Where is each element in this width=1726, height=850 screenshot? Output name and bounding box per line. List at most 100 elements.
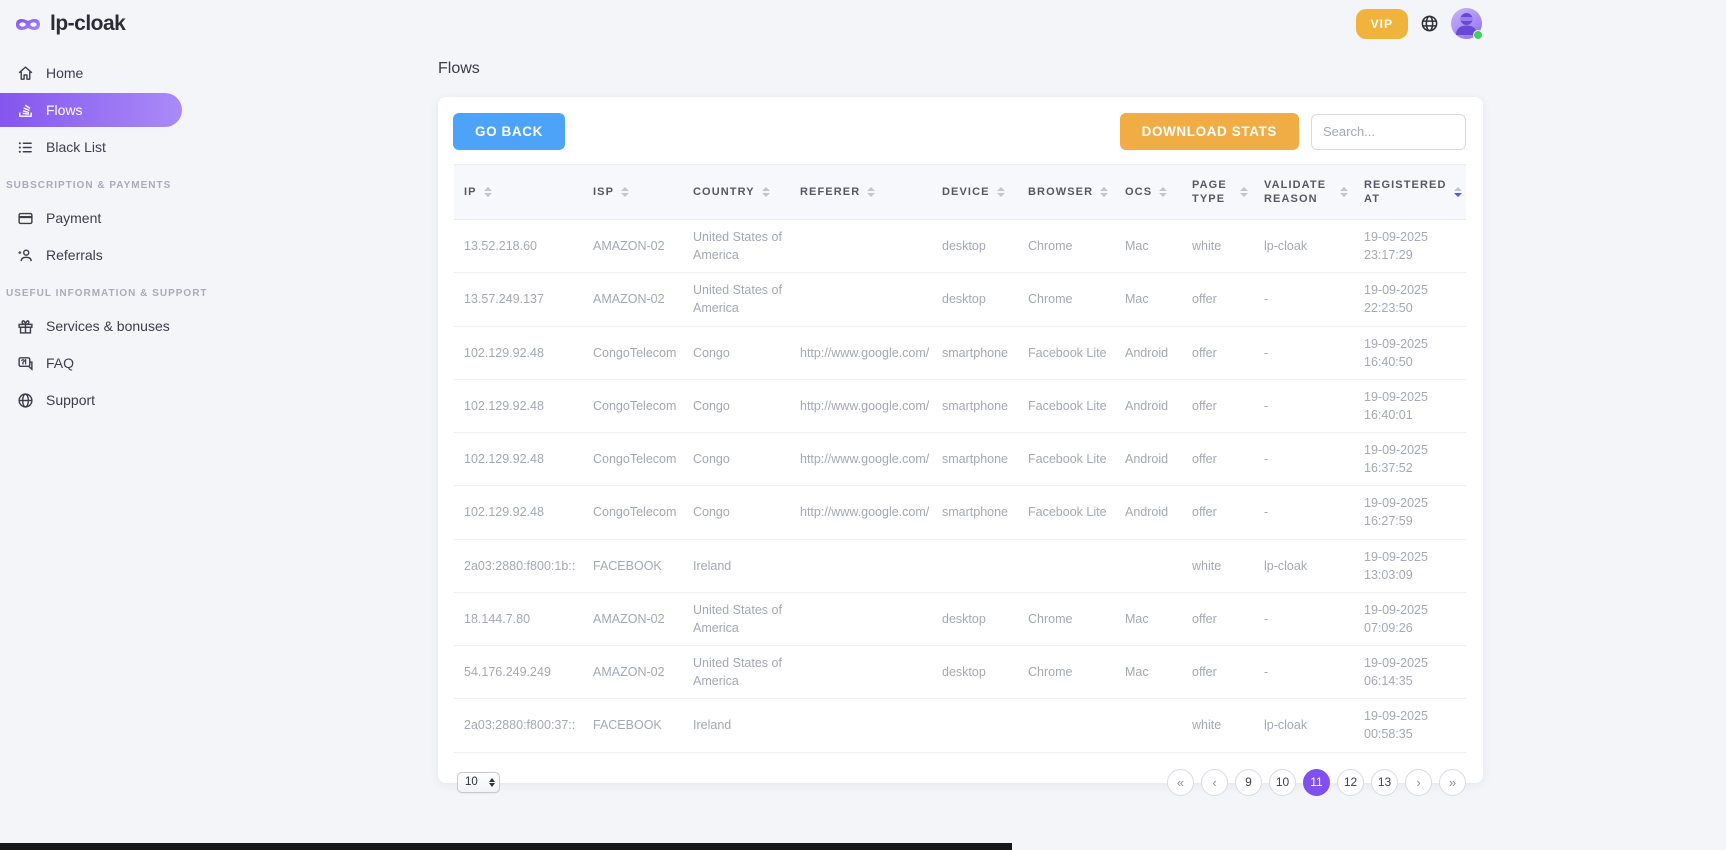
- brand-logo[interactable]: lp-cloak: [0, 0, 182, 56]
- cell-device: smartphone: [932, 326, 1018, 379]
- cell-browser: Chrome: [1018, 646, 1115, 699]
- home-icon: [17, 65, 34, 82]
- sidebar-item-payment[interactable]: Payment: [0, 201, 182, 235]
- support-icon: [17, 392, 34, 409]
- sidebar-item-home[interactable]: Home: [0, 56, 182, 90]
- cell-device: desktop: [932, 220, 1018, 273]
- cell-isp: FACEBOOK: [583, 539, 683, 592]
- sort-icon-active: [1454, 187, 1462, 197]
- download-stats-button[interactable]: DOWNLOAD STATS: [1120, 113, 1299, 150]
- column-header-ocs[interactable]: OCS: [1115, 165, 1182, 220]
- last-page-button[interactable]: »: [1439, 769, 1466, 796]
- page-button-12[interactable]: 12: [1337, 769, 1364, 796]
- user-avatar[interactable]: [1451, 8, 1482, 39]
- cell-country: Congo: [683, 433, 790, 486]
- column-header-referer[interactable]: REFERER: [790, 165, 932, 220]
- sidebar-item-referrals[interactable]: Referrals: [0, 238, 182, 272]
- cell-registered-at: 19-09-2025 16:40:50: [1354, 326, 1466, 379]
- sidebar-item-label: Payment: [46, 210, 101, 226]
- table-row: 54.176.249.249AMAZON-02United States of …: [454, 646, 1466, 699]
- card-toolbar: GO BACK DOWNLOAD STATS: [438, 97, 1483, 164]
- cell-country: Congo: [683, 379, 790, 432]
- cell-page-type: offer: [1182, 592, 1254, 645]
- sidebar-item-label: Flows: [46, 102, 83, 118]
- cell-ip: 18.144.7.80: [454, 592, 583, 645]
- table-row: 2a03:2880:f800:37::FACEBOOKIrelandwhitel…: [454, 699, 1466, 752]
- sidebar-item-label: Services & bonuses: [46, 318, 170, 334]
- cell-registered-at: 19-09-2025 07:09:26: [1354, 592, 1466, 645]
- table-row: 13.57.249.137AMAZON-02United States of A…: [454, 273, 1466, 326]
- sidebar-item-support[interactable]: Support: [0, 383, 182, 417]
- sidebar-item-flows[interactable]: Flows: [0, 93, 182, 127]
- cell-country: United States of America: [683, 220, 790, 273]
- cell-ocs: Mac: [1115, 592, 1182, 645]
- topbar: VIP: [1356, 8, 1482, 39]
- cell-isp: AMAZON-02: [583, 646, 683, 699]
- gift-icon: [17, 318, 34, 335]
- cell-validate-reason: -: [1254, 433, 1354, 486]
- page-button-13[interactable]: 13: [1371, 769, 1398, 796]
- cell-country: Ireland: [683, 539, 790, 592]
- vip-button[interactable]: VIP: [1356, 9, 1408, 39]
- cell-device: desktop: [932, 646, 1018, 699]
- cell-page-type: offer: [1182, 646, 1254, 699]
- sidebar-section-subscription: SUBSCRIPTION & PAYMENTS: [0, 180, 182, 191]
- cell-validate-reason: -: [1254, 326, 1354, 379]
- cell-browser: [1018, 699, 1115, 752]
- cell-country: United States of America: [683, 592, 790, 645]
- first-page-button[interactable]: «: [1167, 769, 1194, 796]
- cell-browser: Chrome: [1018, 592, 1115, 645]
- cell-device: smartphone: [932, 379, 1018, 432]
- page-size-select[interactable]: 10: [457, 772, 500, 793]
- sort-icon: [997, 187, 1005, 197]
- cell-ip: 13.52.218.60: [454, 220, 583, 273]
- cell-ocs: Mac: [1115, 220, 1182, 273]
- sort-icon: [1340, 187, 1348, 197]
- column-header-device[interactable]: DEVICE: [932, 165, 1018, 220]
- language-globe-button[interactable]: [1420, 14, 1439, 33]
- sidebar-item-black-list[interactable]: Black List: [0, 130, 182, 164]
- faq-icon: ?!: [17, 355, 34, 372]
- sidebar-item-label: Home: [46, 65, 83, 81]
- cell-page-type: offer: [1182, 379, 1254, 432]
- column-header-browser[interactable]: BROWSER: [1018, 165, 1115, 220]
- sidebar-item-label: Referrals: [46, 247, 103, 263]
- cell-browser: Facebook Lite: [1018, 326, 1115, 379]
- cell-ip: 102.129.92.48: [454, 379, 583, 432]
- svg-text:?!: ?!: [21, 359, 27, 366]
- cell-referer: [790, 273, 932, 326]
- sidebar-item-services-bonuses[interactable]: Services & bonuses: [0, 309, 182, 343]
- search-input[interactable]: [1311, 114, 1466, 150]
- page-button-11-active[interactable]: 11: [1303, 769, 1330, 796]
- cell-registered-at: 19-09-2025 16:37:52: [1354, 433, 1466, 486]
- column-header-page-type[interactable]: PAGE TYPE: [1182, 165, 1254, 220]
- column-header-isp[interactable]: ISP: [583, 165, 683, 220]
- cell-registered-at: 19-09-2025 16:27:59: [1354, 486, 1466, 539]
- prev-page-button[interactable]: ‹: [1201, 769, 1228, 796]
- cell-ip: 13.57.249.137: [454, 273, 583, 326]
- stepper-icon: [489, 778, 495, 787]
- cell-ocs: Mac: [1115, 646, 1182, 699]
- cell-country: United States of America: [683, 273, 790, 326]
- cell-device: desktop: [932, 273, 1018, 326]
- card-footer: 10 « ‹ 9 10 11 12 13 › »: [438, 753, 1483, 796]
- next-page-button[interactable]: ›: [1405, 769, 1432, 796]
- sort-icon: [1159, 187, 1167, 197]
- cell-ocs: Android: [1115, 486, 1182, 539]
- table-row: 13.52.218.60AMAZON-02United States of Am…: [454, 220, 1466, 273]
- page-button-9[interactable]: 9: [1235, 769, 1262, 796]
- cell-device: smartphone: [932, 433, 1018, 486]
- column-header-ip[interactable]: IP: [454, 165, 583, 220]
- column-header-validate-reason[interactable]: VALIDATE REASON: [1254, 165, 1354, 220]
- column-header-country[interactable]: COUNTRY: [683, 165, 790, 220]
- sort-icon: [484, 187, 492, 197]
- cell-referer: [790, 539, 932, 592]
- cell-ocs: Android: [1115, 326, 1182, 379]
- table-row: 102.129.92.48CongoTelecomCongohttp://www…: [454, 486, 1466, 539]
- column-header-registered-at[interactable]: REGISTERED AT: [1354, 165, 1466, 220]
- page-button-10[interactable]: 10: [1269, 769, 1296, 796]
- payment-icon: [17, 210, 34, 227]
- go-back-button[interactable]: GO BACK: [453, 113, 565, 150]
- cell-device: [932, 699, 1018, 752]
- sidebar-item-faq[interactable]: ?! FAQ: [0, 346, 182, 380]
